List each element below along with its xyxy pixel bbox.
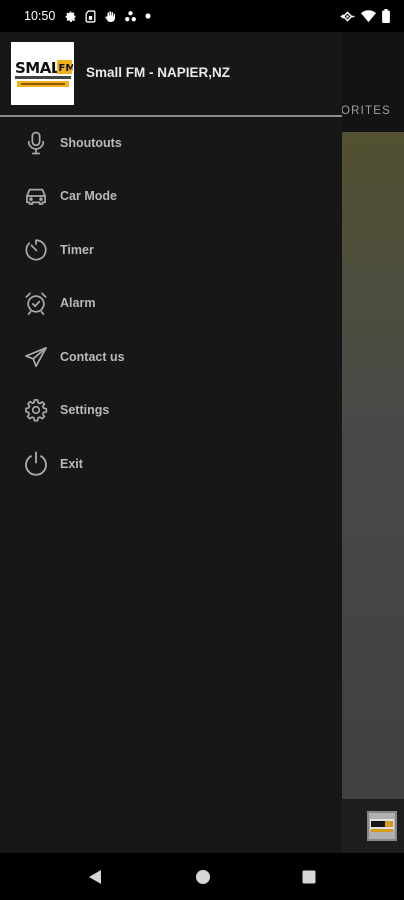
svg-text:FM: FM — [58, 63, 73, 74]
system-nav-bar — [0, 853, 404, 900]
drawer-menu: Shoutouts Car Mode Timer Alarm Contact u… — [0, 116, 342, 491]
sim-card-icon — [85, 9, 96, 23]
recents-icon[interactable] — [298, 866, 320, 888]
navigation-drawer: SMALL FM Small FM - NAPIER,NZ Shoutouts — [0, 32, 342, 853]
timer-icon — [22, 236, 50, 264]
status-left-icons — [64, 9, 151, 23]
notification-dot-icon — [145, 13, 151, 19]
menu-label-exit: Exit — [60, 456, 83, 471]
battery-icon — [382, 9, 390, 23]
menu-label-contact-us: Contact us — [60, 349, 125, 364]
menu-label-car-mode: Car Mode — [60, 189, 117, 204]
apps-dots-icon — [124, 10, 137, 23]
station-name: Small FM - NAPIER,NZ — [86, 65, 231, 80]
menu-label-timer: Timer — [60, 242, 94, 257]
status-right-icons — [340, 9, 390, 23]
status-time: 10:50 — [24, 9, 56, 23]
hand-icon — [104, 10, 116, 23]
gear-icon — [22, 396, 50, 424]
menu-item-timer[interactable]: Timer — [0, 223, 342, 277]
alarm-clock-icon — [22, 289, 50, 317]
power-icon — [22, 450, 50, 478]
menu-label-alarm: Alarm — [60, 296, 96, 311]
menu-item-settings[interactable]: Settings — [0, 384, 342, 438]
wifi-icon — [361, 9, 376, 23]
settings-icon — [64, 10, 77, 23]
back-icon[interactable] — [84, 866, 106, 888]
menu-item-contact-us[interactable]: Contact us — [0, 330, 342, 384]
vpn-key-icon — [340, 10, 355, 23]
menu-item-shoutouts[interactable]: Shoutouts — [0, 116, 342, 170]
small-fm-logo-icon: SMALL FM — [12, 54, 73, 87]
menu-label-settings: Settings — [60, 403, 110, 418]
status-bar: 10:50 — [0, 0, 404, 32]
menu-label-shoutouts: Shoutouts — [60, 135, 122, 150]
station-logo: SMALL FM — [11, 42, 74, 105]
home-icon[interactable] — [192, 866, 214, 888]
menu-item-alarm[interactable]: Alarm — [0, 277, 342, 331]
car-icon — [22, 182, 50, 210]
microphone-icon — [22, 129, 50, 157]
drawer-header: SMALL FM Small FM - NAPIER,NZ — [0, 32, 342, 117]
menu-item-car-mode[interactable]: Car Mode — [0, 170, 342, 224]
menu-item-exit[interactable]: Exit — [0, 437, 342, 491]
send-icon — [22, 343, 50, 371]
